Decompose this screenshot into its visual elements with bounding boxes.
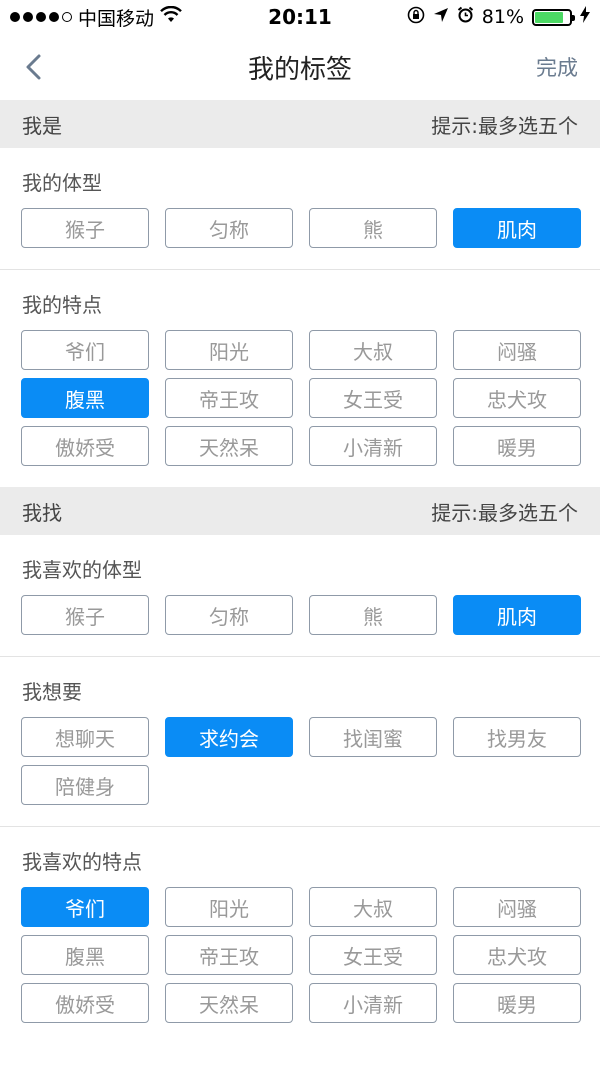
page-title: 我的标签 [247, 54, 353, 85]
tag-button[interactable]: 肌肉 [453, 595, 581, 635]
wifi-icon [160, 5, 182, 28]
group-label: 我想要 [22, 680, 82, 704]
alarm-clock-icon [457, 6, 474, 28]
tag-button[interactable]: 天然呆 [165, 426, 293, 466]
battery-percent: 81% [481, 6, 524, 28]
tag-button[interactable]: 阳光 [165, 887, 293, 927]
section-title: 我是 [22, 113, 62, 138]
tag-grid: 爷们 阳光 大叔 闷骚腹黑 帝王攻 女王受 忠犬攻傲娇受 天然呆 小清新 暖男 [0, 887, 600, 1023]
status-bar: 中国移动 20:11 81% [0, 0, 600, 34]
navigation-bar: 我的标签 完成 [0, 34, 600, 100]
tag-grid: 想聊天 求约会 找闺蜜 找男友陪健身 [0, 717, 600, 805]
section-header-0: 我是 提示:最多选五个 [0, 100, 600, 148]
tag-button[interactable]: 爷们 [21, 887, 149, 927]
tag-button[interactable]: 大叔 [309, 330, 437, 370]
done-button[interactable]: 完成 [536, 52, 578, 82]
tag-button[interactable]: 傲娇受 [21, 426, 149, 466]
tag-button[interactable]: 帝王攻 [165, 935, 293, 975]
tag-button[interactable]: 找闺蜜 [309, 717, 437, 757]
group-divider [0, 656, 600, 657]
charging-bolt-icon [580, 6, 590, 28]
group-label: 我的体型 [22, 171, 102, 195]
tag-button[interactable]: 忠犬攻 [453, 378, 581, 418]
tag-button[interactable]: 小清新 [309, 426, 437, 466]
tag-grid: 爷们 阳光 大叔 闷骚腹黑 帝王攻 女王受 忠犬攻傲娇受 天然呆 小清新 暖男 [0, 330, 600, 466]
group-divider [0, 269, 600, 270]
back-chevron-icon[interactable] [24, 53, 42, 81]
status-right: 81% [407, 6, 590, 29]
signal-strength-icon [10, 12, 72, 22]
tag-button[interactable]: 匀称 [165, 595, 293, 635]
tag-button[interactable]: 小清新 [309, 983, 437, 1023]
status-left: 中国移动 [10, 4, 182, 31]
tag-button[interactable]: 女王受 [309, 378, 437, 418]
group-label: 我的特点 [22, 293, 102, 317]
section-hint: 提示:最多选五个 [431, 113, 578, 138]
battery-icon [532, 8, 575, 26]
tag-button[interactable]: 天然呆 [165, 983, 293, 1023]
tag-grid: 猴子 匀称熊肌肉 [0, 208, 600, 248]
tag-button[interactable]: 猴子 [21, 208, 149, 248]
tag-button[interactable]: 忠犬攻 [453, 935, 581, 975]
tag-button[interactable]: 找男友 [453, 717, 581, 757]
tag-button[interactable]: 熊 [309, 208, 437, 248]
tag-content: 我是 提示:最多选五个 我的体型 猴子 匀称熊肌肉 我的特点 爷们 阳光 大叔 闷骚 腹黑 帝王攻 女王… [0, 100, 600, 1044]
tag-button[interactable]: 陪健身 [21, 765, 149, 805]
status-time: 20:11 [268, 5, 332, 29]
tag-button[interactable]: 熊 [309, 595, 437, 635]
section-hint: 提示:最多选五个 [431, 500, 578, 525]
tag-button[interactable]: 阳光 [165, 330, 293, 370]
tag-button[interactable]: 想聊天 [21, 717, 149, 757]
tag-button[interactable]: 暖男 [453, 983, 581, 1023]
tag-button[interactable]: 匀称 [165, 208, 293, 248]
tag-button[interactable]: 女王受 [309, 935, 437, 975]
tag-button[interactable]: 爷们 [21, 330, 149, 370]
tag-button[interactable]: 闷骚 [453, 887, 581, 927]
tag-button[interactable]: 闷骚 [453, 330, 581, 370]
tag-button[interactable]: 腹黑 [21, 935, 149, 975]
section-header-1: 我找 提示:最多选五个 [0, 487, 600, 535]
orientation-lock-icon [407, 6, 425, 29]
group-divider [0, 826, 600, 827]
section-title: 我找 [22, 500, 62, 525]
location-arrow-icon [433, 6, 449, 28]
tag-grid: 猴子 匀称熊肌肉 [0, 595, 600, 635]
carrier-name: 中国移动 [78, 7, 155, 30]
tag-button[interactable]: 傲娇受 [21, 983, 149, 1023]
tag-button[interactable]: 猴子 [21, 595, 149, 635]
tag-button[interactable]: 帝王攻 [165, 378, 293, 418]
tag-button[interactable]: 暖男 [453, 426, 581, 466]
group-label: 我喜欢的体型 [22, 558, 142, 582]
tag-button[interactable]: 求约会 [165, 717, 293, 757]
tag-button[interactable]: 肌肉 [453, 208, 581, 248]
group-label: 我喜欢的特点 [22, 850, 142, 874]
tag-button[interactable]: 腹黑 [21, 378, 149, 418]
tag-button[interactable]: 大叔 [309, 887, 437, 927]
